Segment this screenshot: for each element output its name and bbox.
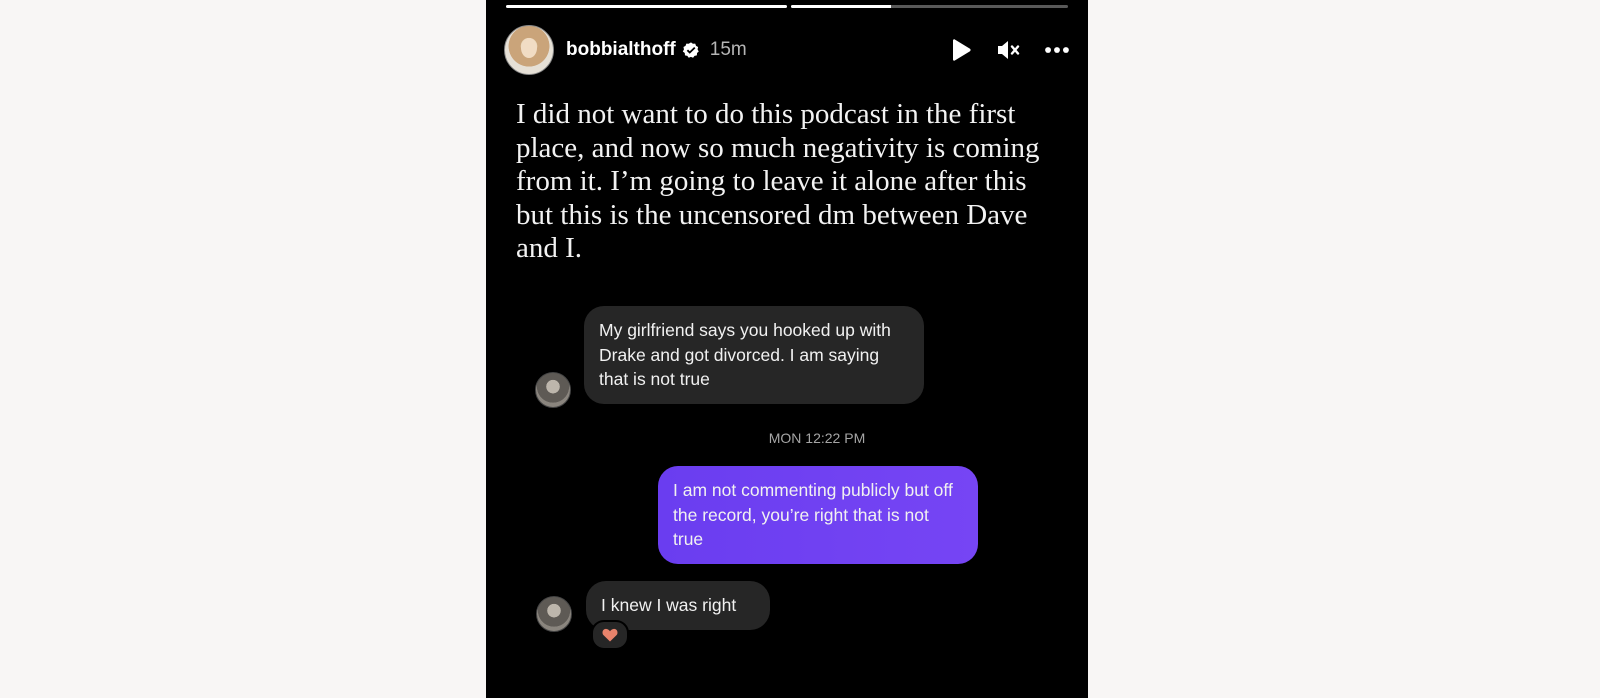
story-viewer[interactable]: bobbialthoff 15m I did not want to do th…	[486, 0, 1088, 698]
profile-avatar[interactable]	[504, 25, 554, 75]
story-header: bobbialthoff 15m	[504, 25, 1070, 75]
story-bottom-bar	[486, 648, 1088, 698]
mute-button[interactable]	[996, 37, 1022, 63]
story-progress-bar-1	[506, 5, 787, 8]
sender-avatar	[536, 596, 572, 632]
play-button[interactable]	[948, 37, 974, 63]
heart-reaction	[591, 620, 629, 650]
dm-screenshot: My girlfriend says you hooked up with Dr…	[486, 300, 1088, 650]
mute-icon	[998, 41, 1020, 59]
story-progress-bar-2	[791, 5, 1068, 8]
story-progress-fill-1	[506, 5, 787, 8]
story-caption: I did not want to do this podcast in the…	[516, 98, 1040, 264]
more-button[interactable]	[1044, 37, 1070, 63]
more-icon	[1045, 47, 1069, 53]
heart-icon	[602, 628, 618, 642]
verified-badge-icon	[682, 42, 699, 58]
story-actions	[948, 37, 1070, 63]
message-bubble-incoming: My girlfriend says you hooked up with Dr…	[584, 306, 924, 404]
story-username[interactable]: bobbialthoff	[566, 39, 676, 61]
sender-avatar	[535, 372, 571, 408]
play-icon	[953, 39, 971, 61]
story-time-ago: 15m	[709, 39, 747, 60]
story-progress-fill-2	[791, 5, 891, 8]
message-bubble-outgoing: I am not commenting publicly but off the…	[658, 466, 978, 564]
message-timestamp: MON 12:22 PM	[768, 430, 866, 446]
